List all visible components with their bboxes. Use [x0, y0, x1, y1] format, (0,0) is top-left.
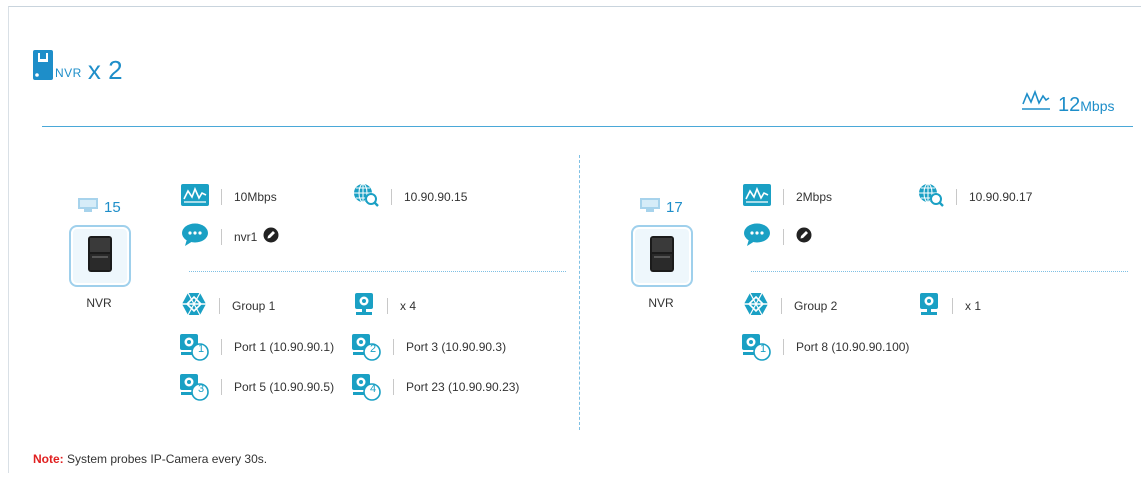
total-bandwidth-value: 12: [1058, 94, 1081, 116]
nvr-2-count-value: 17: [666, 199, 683, 216]
nvr-1-port-item: 2 Port 3 (10.90.90.3): [351, 333, 507, 361]
footer-note: Note: System probes IP-Camera every 30s.: [33, 452, 267, 466]
nvr-1-count-value: 15: [104, 199, 121, 216]
nvr-1-name: nvr1: [181, 223, 279, 252]
nvr-1-port-text: Port 23 (10.90.90.23): [406, 380, 520, 394]
nvr-1-name-value: nvr1: [234, 230, 258, 244]
nvr-1-bandwidth-value: 10Mbps: [234, 190, 277, 204]
port-index: 1: [759, 343, 767, 355]
monitor-icon: [78, 198, 98, 217]
nvr-1-label: NVR: [86, 296, 112, 310]
panel-frame: [8, 6, 1141, 473]
nvr-2-ip-value: 10.90.90.17: [969, 190, 1033, 204]
ip-camera-numbered-icon: 2: [351, 333, 381, 361]
nvr-2-port-item: 1 Port 8 (10.90.90.100): [741, 333, 910, 361]
ip-camera-numbered-icon: 4: [351, 373, 381, 401]
nvr-multiplier: x 2: [87, 55, 123, 85]
note-text: System probes IP-Camera every 30s.: [63, 452, 268, 466]
total-bandwidth: 12 Mbps: [1022, 88, 1114, 115]
ip-camera-numbered-icon: 1: [179, 333, 209, 361]
nvr-1-port-item: 3 Port 5 (10.90.90.5): [179, 373, 335, 401]
nvr-1-section-divider: [189, 271, 566, 272]
nvr-1-port-item: 1 Port 1 (10.90.90.1): [179, 333, 335, 361]
nvr-1-ip-value: 10.90.90.15: [404, 190, 468, 204]
port-index: 4: [369, 383, 377, 395]
nvr-2-device[interactable]: [631, 225, 693, 287]
nvr-1-camera-count: x 4: [353, 292, 417, 321]
nvr-2-label: NVR: [648, 296, 674, 310]
globe-search-icon: [353, 183, 379, 212]
nvr-device-icon: [85, 234, 115, 279]
note-label: Note:: [33, 452, 64, 466]
nvr-2-ip: 10.90.90.17: [918, 183, 1033, 212]
nvr-2-camera-count-value: x 1: [965, 299, 982, 313]
ip-camera-numbered-icon: 3: [179, 373, 209, 401]
nvr-2-bandwidth-value: 2Mbps: [796, 190, 833, 204]
port-index: 2: [369, 343, 377, 355]
nvr-device-icon: [33, 50, 53, 85]
edit-pencil-icon[interactable]: [263, 227, 279, 248]
nvr-2-port-text: Port 8 (10.90.90.100): [796, 340, 910, 354]
nvr-2-count: 17: [640, 198, 683, 217]
column-divider: [579, 155, 580, 430]
nvr-1-port-item: 4 Port 23 (10.90.90.23): [351, 373, 520, 401]
nvr-2-camera-count: x 1: [918, 292, 982, 321]
bandwidth-chart-icon: [181, 183, 209, 211]
header-divider: [42, 126, 1133, 127]
nvr-2-section-divider: [751, 271, 1128, 272]
nvr-1-port-text: Port 1 (10.90.90.1): [234, 340, 335, 354]
monitor-icon: [640, 198, 660, 217]
nvr-2-bandwidth: 2Mbps: [743, 183, 833, 211]
nvr-count-header: NVR x 2: [33, 45, 123, 85]
nvr-1-port-text: Port 3 (10.90.90.3): [406, 340, 507, 354]
bandwidth-chart-icon: [743, 183, 771, 211]
nvr-1-camera-count-value: x 4: [400, 299, 417, 313]
nvr-1-bandwidth: 10Mbps: [181, 183, 277, 211]
nvr-1-group: Group 1: [181, 292, 276, 321]
nvr-1-count: 15: [78, 198, 121, 217]
port-index: 1: [197, 343, 205, 355]
nvr-device-icon: [647, 234, 677, 279]
speech-bubble-icon: [743, 223, 771, 252]
nvr-2-name: [743, 223, 812, 252]
total-bandwidth-unit: Mbps: [1080, 98, 1115, 114]
ip-camera-numbered-icon: 1: [741, 333, 771, 361]
edit-pencil-icon[interactable]: [796, 227, 812, 248]
nvr-word: NVR: [55, 66, 82, 80]
nvr-2-group-value: Group 2: [794, 299, 838, 313]
group-hexagon-icon: [181, 292, 207, 321]
port-index: 3: [197, 383, 205, 395]
ip-camera-icon: [353, 292, 375, 321]
nvr-2-group: Group 2: [743, 292, 838, 321]
nvr-1-port-text: Port 5 (10.90.90.5): [234, 380, 335, 394]
globe-search-icon: [918, 183, 944, 212]
speech-bubble-icon: [181, 223, 209, 252]
nvr-1-ip: 10.90.90.15: [353, 183, 468, 212]
nvr-1-group-value: Group 1: [232, 299, 276, 313]
bandwidth-chart-icon: [1022, 88, 1050, 115]
nvr-1-device[interactable]: [69, 225, 131, 287]
ip-camera-icon: [918, 292, 940, 321]
group-hexagon-icon: [743, 292, 769, 321]
